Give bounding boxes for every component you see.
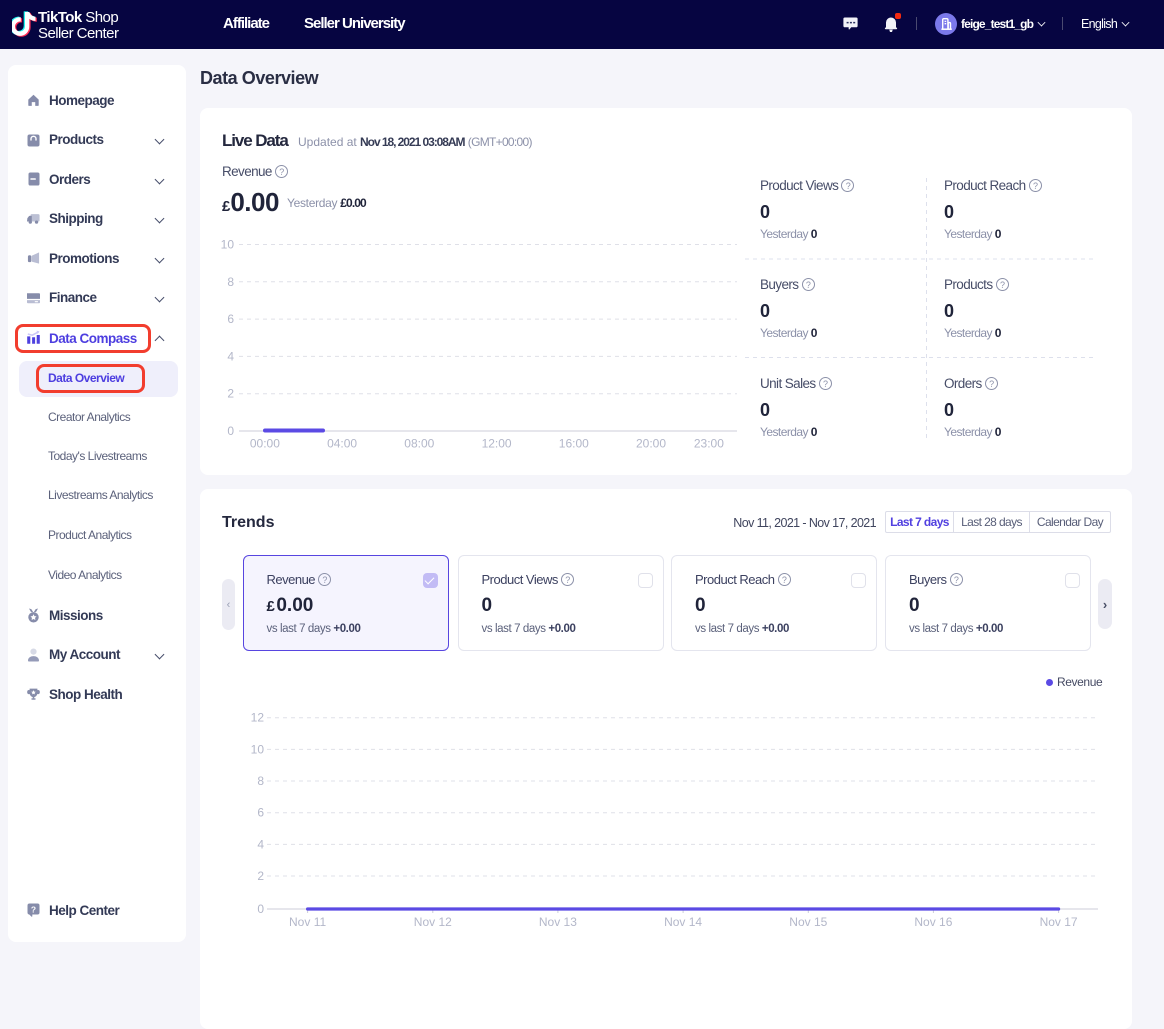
svg-text:20:00: 20:00 [636,437,666,451]
svg-text:23:00: 23:00 [694,437,724,451]
svg-text:04:00: 04:00 [327,437,357,451]
svg-text:Nov 15: Nov 15 [789,915,827,929]
svg-text:8: 8 [257,774,264,788]
svg-text:08:00: 08:00 [404,437,434,451]
svg-text:10: 10 [221,238,235,252]
svg-text:6: 6 [257,806,264,820]
svg-text:Nov 16: Nov 16 [914,915,952,929]
svg-text:Nov 12: Nov 12 [414,915,452,929]
svg-text:00:00: 00:00 [250,437,280,451]
svg-text:Nov 14: Nov 14 [664,915,702,929]
svg-text:6: 6 [227,312,234,326]
svg-text:12:00: 12:00 [482,437,512,451]
svg-text:4: 4 [257,837,264,851]
svg-text:10: 10 [251,742,265,756]
svg-text:8: 8 [227,275,234,289]
svg-text:Nov 11: Nov 11 [289,915,326,929]
svg-text:12: 12 [251,711,265,725]
svg-text:16:00: 16:00 [559,437,589,451]
svg-text:2: 2 [257,869,264,883]
svg-text:Nov 17: Nov 17 [1040,915,1078,929]
svg-text:0: 0 [227,424,234,438]
svg-text:4: 4 [227,349,234,363]
svg-text:?: ? [31,904,36,914]
svg-text:Nov 13: Nov 13 [539,915,577,929]
svg-text:0: 0 [257,902,264,916]
svg-text:2: 2 [227,387,234,401]
